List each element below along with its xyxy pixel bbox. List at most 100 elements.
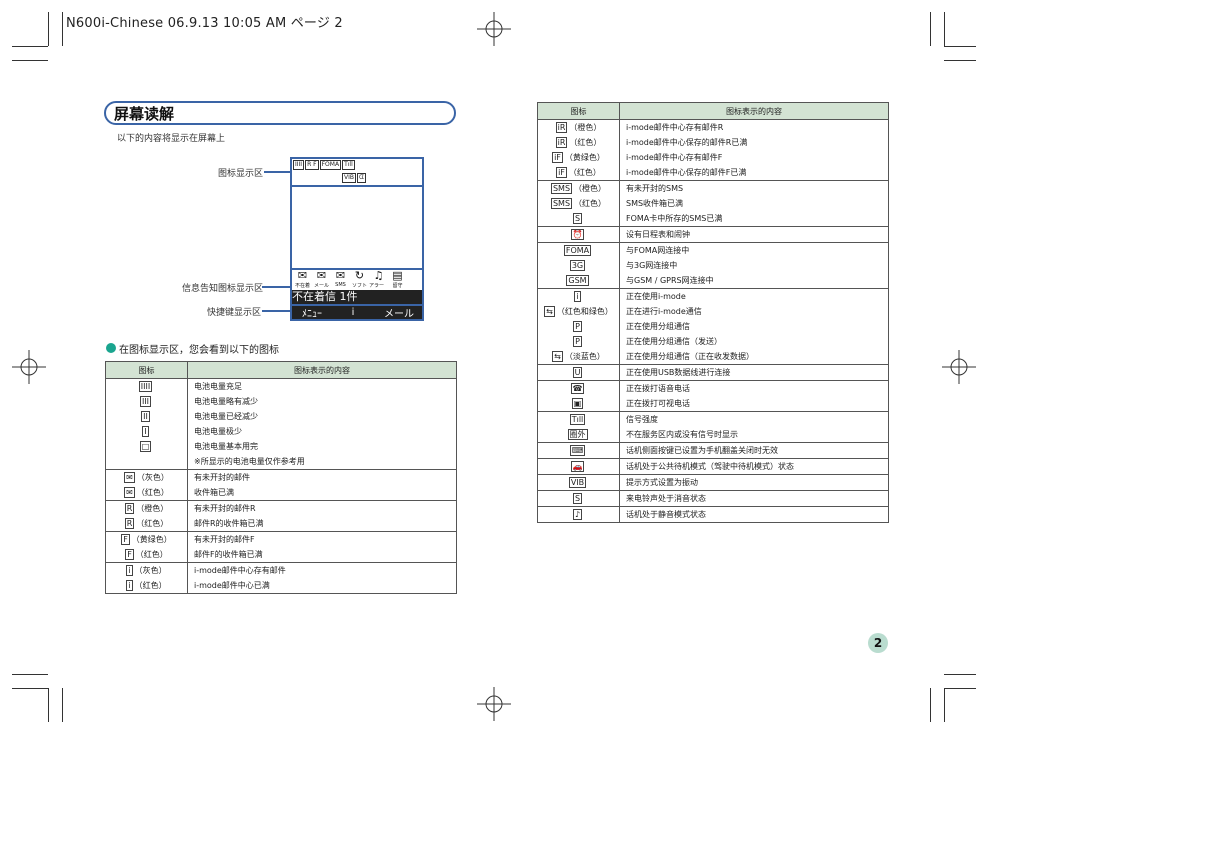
status-icon: ⌨	[569, 445, 586, 456]
icon-cell: GSM	[537, 273, 620, 289]
icon-cell: SMS （橙色）	[537, 180, 620, 196]
icon-cell	[105, 454, 188, 470]
description-cell: 与GSM / GPRS网连接中	[619, 273, 889, 289]
table-row: ✉ （红色） 收件箱已满	[105, 485, 457, 501]
table-row: i （灰色） i-mode邮件中心存有邮件	[105, 562, 457, 578]
icon-cell: SMS （红色）	[537, 196, 620, 211]
table-row: II 电池电量已经减少	[105, 409, 457, 424]
status-icon: i	[126, 580, 133, 591]
description-cell: 电池电量略有减少	[187, 394, 457, 409]
status-icon: ⇆	[552, 351, 563, 362]
soft-key-imode[interactable]: i	[352, 307, 355, 318]
icon-cell: 🚗	[537, 458, 620, 475]
status-icons-row: IIII R F FOMA Tıll	[293, 160, 356, 170]
icon-color-note: （灰色）	[136, 473, 169, 482]
description-cell: i-mode邮件中心保存的邮件R已满	[619, 135, 889, 150]
software-label: ソフト	[351, 283, 367, 289]
icon-color-note: （淡蓝色）	[564, 352, 605, 361]
crop-mark	[62, 688, 63, 722]
table-row: 圈外 不在服务区内或没有信号时显示	[537, 427, 889, 443]
description-cell: i-mode邮件中心保存的邮件F已满	[619, 165, 889, 181]
icon-cell: ♪	[537, 506, 620, 523]
status-icon: IIII	[138, 381, 153, 392]
description-cell: 提示方式设置为振动	[619, 474, 889, 491]
icon-cell: II	[105, 409, 188, 424]
table-row: IIII 电池电量充足	[105, 378, 457, 394]
icon-color-note: （红色）	[134, 581, 167, 590]
status-icon: II	[141, 411, 150, 422]
voicemail-symbol: ▤	[392, 269, 403, 282]
battery-icon: IIII	[293, 160, 305, 170]
table-row: R （橙色） 有未开封的邮件R	[105, 500, 457, 516]
soft-key-menu[interactable]: ﾒﾆｭｰ	[302, 305, 322, 320]
icon-cell: i （灰色）	[105, 562, 188, 578]
page-number: 2	[868, 633, 888, 653]
callout-line	[262, 286, 290, 288]
bullet-heading: 在图标显示区，您会看到以下的图标	[119, 345, 279, 356]
status-icon: ▣	[571, 398, 584, 409]
table-row: ⇆ （红色和绿色） 正在进行i-mode通信	[537, 304, 889, 319]
status-icon: ⏰	[570, 229, 585, 240]
vibrate-icon: VIB	[342, 173, 356, 183]
crop-mark	[12, 60, 48, 61]
status-icon: III	[139, 396, 152, 407]
table-row: GSM 与GSM / GPRS网连接中	[537, 273, 889, 289]
table-row: S 来电铃声处于消音状态	[537, 490, 889, 507]
description-cell: 设有日程表和闹钟	[619, 226, 889, 243]
soft-key-mail[interactable]: メール	[384, 305, 414, 320]
callout-shortcut-area: 快捷键显示区	[207, 308, 262, 318]
table-row: SMS （红色） SMS收件箱已满	[537, 196, 889, 211]
table-row: ⏰ 设有日程表和闹钟	[537, 226, 889, 243]
alarm-symbol: ♫	[373, 269, 384, 282]
status-icon: GSM	[566, 275, 589, 286]
status-icon: SMS	[550, 198, 573, 209]
crop-mark	[944, 46, 976, 47]
intro-text: 以下的内容将显示在屏幕上	[117, 134, 226, 144]
table-row: S FOMA卡中所存的SMS已满	[537, 211, 889, 227]
status-icon: VIB	[568, 477, 587, 488]
software-symbol: ↻	[354, 269, 365, 282]
icon-cell: S	[537, 211, 620, 227]
mail-rf-icon: R F	[305, 160, 319, 170]
status-icon: R	[124, 518, 135, 529]
description-cell: 信号强度	[619, 411, 889, 427]
status-icon: F	[125, 549, 134, 560]
table-row: iF （红色） i-mode邮件中心保存的邮件F已满	[537, 165, 889, 181]
crop-mark	[944, 12, 945, 46]
icon-cell: S	[537, 490, 620, 507]
description-cell: 邮件R的收件箱已满	[187, 516, 457, 532]
icon-cell: R （红色）	[105, 516, 188, 532]
soft-key-row: ﾒﾆｭｰ i メール	[292, 305, 422, 320]
table-row: I 电池电量极少	[105, 424, 457, 439]
crop-mark	[12, 688, 48, 689]
table-row: VIB 提示方式设置为振动	[537, 474, 889, 491]
icon-color-note: （红色）	[136, 519, 169, 528]
description-cell: 话机侧面按键已设置为手机翻盖关闭时无效	[619, 442, 889, 459]
table-row: F （红色） 邮件F的收件箱已满	[105, 547, 457, 563]
icon-cell: i	[537, 288, 620, 304]
description-cell: 电池电量极少	[187, 424, 457, 439]
table-row: i 正在使用i-mode	[537, 288, 889, 304]
icon-cell: i （红色）	[105, 578, 188, 594]
status-icon: ✉	[124, 487, 135, 498]
registration-mark	[477, 12, 511, 46]
description-cell: i-mode邮件中心已满	[187, 578, 457, 594]
icon-cell: 圈外	[537, 427, 620, 443]
table-row: F （黄绿色） 有未开封的邮件F	[105, 531, 457, 547]
icon-cell: ⇆ （红色和绿色）	[537, 304, 620, 319]
crop-mark	[12, 674, 48, 675]
description-cell: 有未开封的邮件	[187, 469, 457, 485]
icon-cell: ☎	[537, 380, 620, 396]
table-row: ▣ 正在拨打可视电话	[537, 396, 889, 412]
description-cell: 正在使用分组通信	[619, 319, 889, 334]
missed-call-symbol: ✉	[297, 269, 308, 282]
description-cell: 不在服务区内或没有信号时显示	[619, 427, 889, 443]
icon-cell: III	[105, 394, 188, 409]
status-icon: 🚗	[570, 461, 585, 472]
icon-cell: iF （黄绿色）	[537, 150, 620, 165]
description-cell: ※所显示的电池电量仅作参考用	[187, 454, 457, 470]
print-slug: N600i-Chinese 06.9.13 10:05 AM ページ 2	[66, 16, 343, 31]
table-row: i （红色） i-mode邮件中心已满	[105, 578, 457, 594]
icon-cell: IIII	[105, 378, 188, 394]
table-row: ✉ （灰色） 有未开封的邮件	[105, 469, 457, 485]
